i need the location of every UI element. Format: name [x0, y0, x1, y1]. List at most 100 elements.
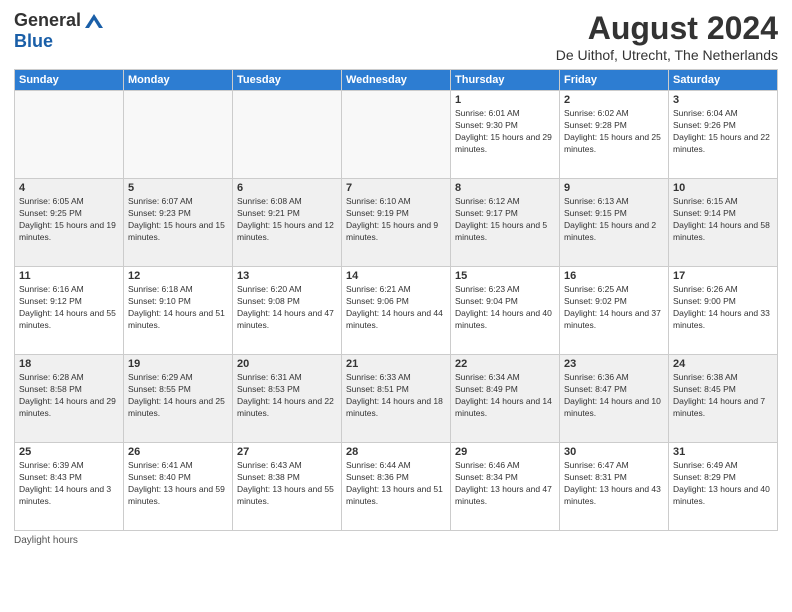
weekday-header-friday: Friday — [560, 70, 669, 91]
week-row-2: 4 Sunrise: 6:05 AMSunset: 9:25 PMDaylight… — [15, 179, 778, 267]
logo-icon — [83, 12, 105, 30]
calendar-cell-15: 15 Sunrise: 6:23 AMSunset: 9:04 PMDayligh… — [451, 267, 560, 355]
day-number: 20 — [237, 358, 337, 370]
day-info: Sunrise: 6:39 AMSunset: 8:43 PMDaylight:… — [19, 460, 119, 508]
calendar-cell-2: 2 Sunrise: 6:02 AMSunset: 9:28 PMDaylight… — [560, 91, 669, 179]
day-info: Sunrise: 6:44 AMSunset: 8:36 PMDaylight:… — [346, 460, 446, 508]
calendar-cell-8: 8Sunrise: 6:12 AMSunset: 9:17 PMDaylight… — [451, 179, 560, 267]
day-info: Sunrise: 6:47 AMSunset: 8:31 PMDaylight:… — [564, 460, 664, 508]
day-info: Sunrise: 6:18 AMSunset: 9:10 PMDaylight:… — [128, 284, 228, 332]
page: General Blue August 2024 De Uithof, Utre… — [0, 0, 792, 612]
day-info: Sunrise: 6:33 AMSunset: 8:51 PMDaylight:… — [346, 372, 446, 420]
calendar-cell-empty — [15, 91, 124, 179]
day-number: 26 — [128, 446, 228, 458]
day-info: Sunrise: 6:26 AMSunset: 9:00 PMDaylight:… — [673, 284, 773, 332]
weekday-header-monday: Monday — [124, 70, 233, 91]
day-number: 3 — [673, 94, 773, 106]
day-number: 7 — [346, 182, 446, 194]
day-number: 9 — [564, 182, 664, 194]
footer-note: Daylight hours — [14, 535, 778, 546]
day-number: 19 — [128, 358, 228, 370]
calendar-cell-7: 7 Sunrise: 6:10 AMSunset: 9:19 PMDaylight… — [342, 179, 451, 267]
day-info: Sunrise: 6:38 AMSunset: 8:45 PMDaylight:… — [673, 372, 773, 420]
calendar-cell-empty — [124, 91, 233, 179]
day-info: Sunrise: 6:29 AMSunset: 8:55 PMDaylight:… — [128, 372, 228, 420]
calendar-cell-26: 26 Sunrise: 6:41 AMSunset: 8:40 PMDayligh… — [124, 443, 233, 531]
day-number: 1 — [455, 94, 555, 106]
day-number: 12 — [128, 270, 228, 282]
day-info: Sunrise: 6:34 AMSunset: 8:49 PMDaylight:… — [455, 372, 555, 420]
weekday-header-wednesday: Wednesday — [342, 70, 451, 91]
title-section: August 2024 De Uithof, Utrecht, The Neth… — [556, 10, 778, 63]
calendar-cell-30: 30Sunrise: 6:47 AMSunset: 8:31 PMDayligh… — [560, 443, 669, 531]
day-info: Sunrise: 6:46 AMSunset: 8:34 PMDaylight:… — [455, 460, 555, 508]
day-info: Sunrise: 6:01 AMSunset: 9:30 PMDaylight:… — [455, 108, 555, 156]
calendar-cell-14: 14 Sunrise: 6:21 AMSunset: 9:06 PMDayligh… — [342, 267, 451, 355]
calendar-cell-18: 18Sunrise: 6:28 AMSunset: 8:58 PMDayligh… — [15, 355, 124, 443]
month-title: August 2024 — [556, 10, 778, 47]
day-number: 6 — [237, 182, 337, 194]
day-info: Sunrise: 6:41 AMSunset: 8:40 PMDaylight:… — [128, 460, 228, 508]
week-row-3: 11 Sunrise: 6:16 AMSunset: 9:12 PMDayligh… — [15, 267, 778, 355]
day-number: 16 — [564, 270, 664, 282]
day-info: Sunrise: 6:16 AMSunset: 9:12 PMDaylight:… — [19, 284, 119, 332]
day-info: Sunrise: 6:05 AMSunset: 9:25 PMDaylight:… — [19, 196, 119, 244]
logo-blue-text: Blue — [14, 31, 53, 51]
calendar-cell-12: 12 Sunrise: 6:18 AMSunset: 9:10 PMDayligh… — [124, 267, 233, 355]
day-number: 11 — [19, 270, 119, 282]
day-info: Sunrise: 6:02 AMSunset: 9:28 PMDaylight:… — [564, 108, 664, 156]
calendar-cell-29: 29Sunrise: 6:46 AMSunset: 8:34 PMDayligh… — [451, 443, 560, 531]
week-row-4: 18Sunrise: 6:28 AMSunset: 8:58 PMDayligh… — [15, 355, 778, 443]
day-number: 28 — [346, 446, 446, 458]
day-info: Sunrise: 6:25 AMSunset: 9:02 PMDaylight:… — [564, 284, 664, 332]
day-info: Sunrise: 6:28 AMSunset: 8:58 PMDaylight:… — [19, 372, 119, 420]
calendar-cell-6: 6 Sunrise: 6:08 AMSunset: 9:21 PMDaylight… — [233, 179, 342, 267]
day-number: 25 — [19, 446, 119, 458]
day-number: 2 — [564, 94, 664, 106]
header: General Blue August 2024 De Uithof, Utre… — [14, 10, 778, 63]
day-info: Sunrise: 6:20 AMSunset: 9:08 PMDaylight:… — [237, 284, 337, 332]
day-info: Sunrise: 6:04 AMSunset: 9:26 PMDaylight:… — [673, 108, 773, 156]
day-number: 5 — [128, 182, 228, 194]
day-info: Sunrise: 6:08 AMSunset: 9:21 PMDaylight:… — [237, 196, 337, 244]
calendar-cell-28: 28 Sunrise: 6:44 AMSunset: 8:36 PMDayligh… — [342, 443, 451, 531]
day-number: 10 — [673, 182, 773, 194]
day-info: Sunrise: 6:07 AMSunset: 9:23 PMDaylight:… — [128, 196, 228, 244]
week-row-5: 25 Sunrise: 6:39 AMSunset: 8:43 PMDayligh… — [15, 443, 778, 531]
week-row-1: 1 Sunrise: 6:01 AMSunset: 9:30 PMDaylight… — [15, 91, 778, 179]
day-info: Sunrise: 6:15 AMSunset: 9:14 PMDaylight:… — [673, 196, 773, 244]
day-number: 8 — [455, 182, 555, 194]
day-info: Sunrise: 6:23 AMSunset: 9:04 PMDaylight:… — [455, 284, 555, 332]
weekday-header-sunday: Sunday — [15, 70, 124, 91]
day-info: Sunrise: 6:43 AMSunset: 8:38 PMDaylight:… — [237, 460, 337, 508]
day-number: 31 — [673, 446, 773, 458]
calendar-cell-19: 19 Sunrise: 6:29 AMSunset: 8:55 PMDayligh… — [124, 355, 233, 443]
day-info: Sunrise: 6:36 AMSunset: 8:47 PMDaylight:… — [564, 372, 664, 420]
calendar-cell-3: 3 Sunrise: 6:04 AMSunset: 9:26 PMDaylight… — [669, 91, 778, 179]
day-number: 27 — [237, 446, 337, 458]
calendar: SundayMondayTuesdayWednesdayThursdayFrid… — [14, 69, 778, 531]
location-title: De Uithof, Utrecht, The Netherlands — [556, 47, 778, 63]
day-number: 13 — [237, 270, 337, 282]
calendar-cell-9: 9 Sunrise: 6:13 AMSunset: 9:15 PMDaylight… — [560, 179, 669, 267]
day-number: 15 — [455, 270, 555, 282]
logo: General Blue — [14, 10, 105, 52]
calendar-cell-23: 23Sunrise: 6:36 AMSunset: 8:47 PMDayligh… — [560, 355, 669, 443]
logo-general-text: General — [14, 10, 81, 31]
day-info: Sunrise: 6:49 AMSunset: 8:29 PMDaylight:… — [673, 460, 773, 508]
day-info: Sunrise: 6:21 AMSunset: 9:06 PMDaylight:… — [346, 284, 446, 332]
weekday-header-thursday: Thursday — [451, 70, 560, 91]
calendar-cell-21: 21Sunrise: 6:33 AMSunset: 8:51 PMDayligh… — [342, 355, 451, 443]
day-info: Sunrise: 6:10 AMSunset: 9:19 PMDaylight:… — [346, 196, 446, 244]
weekday-header-tuesday: Tuesday — [233, 70, 342, 91]
day-number: 4 — [19, 182, 119, 194]
calendar-cell-11: 11 Sunrise: 6:16 AMSunset: 9:12 PMDayligh… — [15, 267, 124, 355]
day-number: 14 — [346, 270, 446, 282]
day-number: 22 — [455, 358, 555, 370]
calendar-cell-24: 24Sunrise: 6:38 AMSunset: 8:45 PMDayligh… — [669, 355, 778, 443]
day-info: Sunrise: 6:13 AMSunset: 9:15 PMDaylight:… — [564, 196, 664, 244]
calendar-cell-1: 1 Sunrise: 6:01 AMSunset: 9:30 PMDaylight… — [451, 91, 560, 179]
calendar-cell-empty — [342, 91, 451, 179]
calendar-cell-20: 20Sunrise: 6:31 AMSunset: 8:53 PMDayligh… — [233, 355, 342, 443]
calendar-cell-16: 16 Sunrise: 6:25 AMSunset: 9:02 PMDayligh… — [560, 267, 669, 355]
